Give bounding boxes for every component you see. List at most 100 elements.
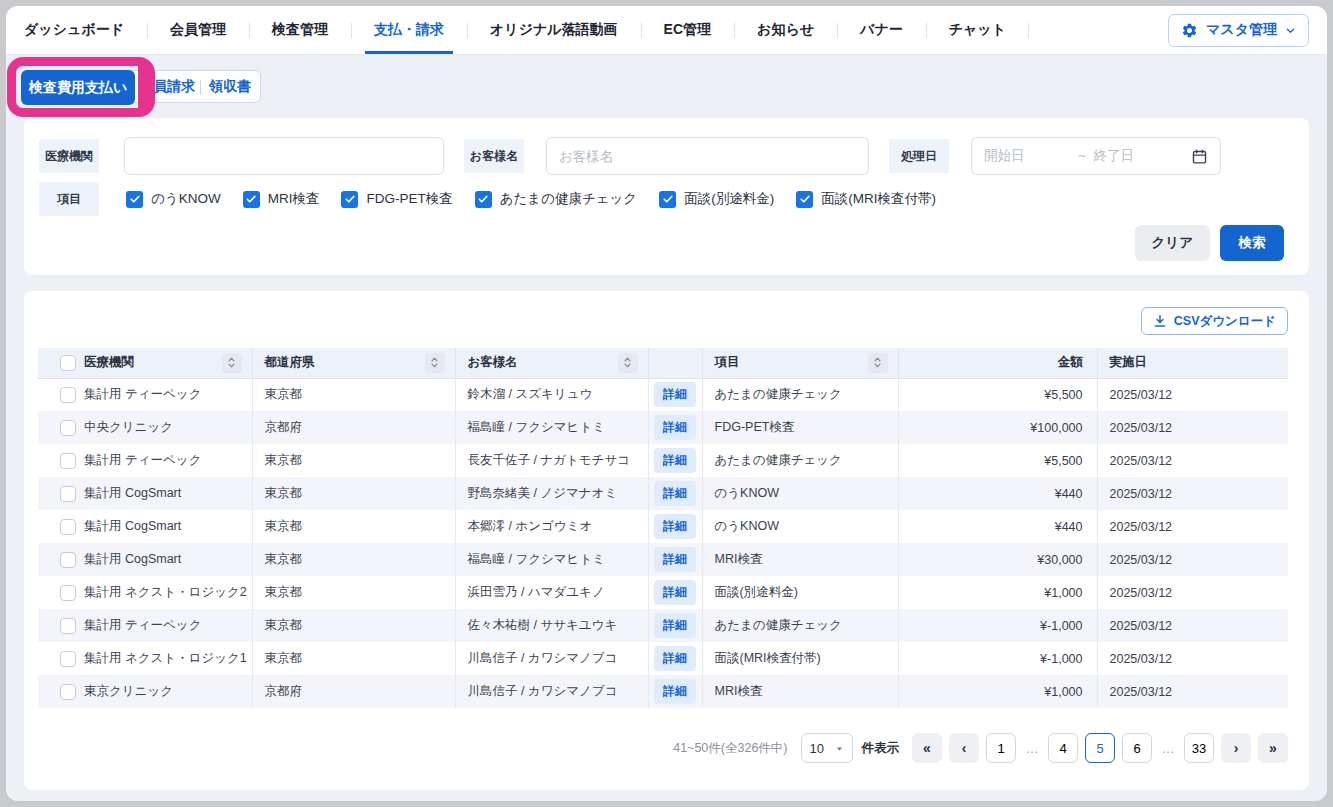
clear-button[interactable]: クリア [1135, 225, 1210, 261]
customer-cell: 長友千佐子 / ナガトモチサコ [455, 444, 648, 477]
page-button-1[interactable]: 1 [986, 733, 1016, 763]
customer-cell: 川島信子 / カワシマノブコ [455, 642, 648, 675]
nav-item-6[interactable]: お知らせ [734, 6, 837, 54]
csv-download-button[interactable]: CSVダウンロード [1141, 307, 1288, 335]
date-cell: 2025/03/12 [1097, 543, 1288, 576]
item-checkbox[interactable]: あたまの健康チェック [475, 190, 638, 208]
detail-button[interactable]: 詳細 [654, 613, 696, 638]
checkbox-label: 面談(別途料金) [684, 190, 774, 208]
csv-download-label: CSVダウンロード [1174, 313, 1276, 330]
amount-cell: ¥100,000 [898, 411, 1097, 444]
page-size-select[interactable]: 10 [801, 733, 853, 763]
results-panel: CSVダウンロード 医療機関都道府県お客様名項目金額実施日 集計用 ティーペック… [24, 291, 1309, 790]
checkbox-checked-icon[interactable] [475, 191, 492, 208]
column-header[interactable]: 都道府県 [252, 348, 455, 378]
item-checkbox[interactable]: のうKNOW [126, 190, 221, 208]
nav-item-label: EC管理 [664, 21, 711, 39]
page-button-33[interactable]: 33 [1184, 733, 1214, 763]
detail-button[interactable]: 詳細 [654, 580, 696, 605]
sort-icon[interactable] [868, 353, 888, 373]
page-button-4[interactable]: 4 [1048, 733, 1078, 763]
column-header[interactable]: お客様名 [455, 348, 648, 378]
amount-cell: ¥440 [898, 477, 1097, 510]
select-all-checkbox[interactable] [60, 355, 76, 371]
detail-button[interactable]: 詳細 [654, 448, 696, 473]
date-cell: 2025/03/12 [1097, 675, 1288, 708]
item-checkbox[interactable]: 面談(別途料金) [659, 190, 774, 208]
checkbox-checked-icon[interactable] [126, 191, 143, 208]
item-cell: 面談(別途料金) [702, 576, 898, 609]
org-cell: 中央クリニック [38, 411, 252, 444]
row-checkbox[interactable] [60, 387, 76, 403]
first-page-button[interactable]: « [912, 733, 942, 763]
nav-item-4[interactable]: オリジナル落語動画 [467, 6, 641, 54]
nav-item-8[interactable]: チャット [926, 6, 1029, 54]
next-page-button[interactable]: › [1221, 733, 1251, 763]
detail-button[interactable]: 詳細 [654, 679, 696, 704]
checkbox-checked-icon[interactable] [796, 191, 813, 208]
pref-cell: 東京都 [252, 477, 455, 510]
master-management-button[interactable]: マスタ管理 [1168, 14, 1309, 47]
detail-button[interactable]: 詳細 [654, 547, 696, 572]
nav-item-5[interactable]: EC管理 [641, 6, 734, 54]
sort-icon[interactable] [618, 353, 638, 373]
pref-cell: 京都府 [252, 675, 455, 708]
org-name: 集計用 ティーペック [84, 617, 201, 634]
date-range-input[interactable]: 開始日 ~ 終了日 [971, 137, 1221, 175]
amount-cell: ¥440 [898, 510, 1097, 543]
nav-item-3[interactable]: 支払・請求 [351, 6, 467, 54]
calendar-icon[interactable] [1191, 148, 1208, 165]
row-checkbox[interactable] [60, 453, 76, 469]
last-page-button[interactable]: » [1258, 733, 1288, 763]
row-checkbox[interactable] [60, 651, 76, 667]
nav-item-7[interactable]: バナー [837, 6, 926, 54]
pref-cell: 東京都 [252, 642, 455, 675]
page-button-6[interactable]: 6 [1122, 733, 1152, 763]
column-header-label: 都道府県 [265, 354, 315, 371]
top-navbar: ダッシュボード会員管理検査管理支払・請求オリジナル落語動画 EC管理 お知らせバナー… [6, 6, 1327, 55]
item-checkbox[interactable]: MRI検査 [243, 190, 320, 208]
sort-icon[interactable] [222, 353, 242, 373]
detail-button[interactable]: 詳細 [654, 514, 696, 539]
page-buttons: «‹1…456…33›» [912, 733, 1288, 763]
checkbox-checked-icon[interactable] [243, 191, 260, 208]
nav-item-1[interactable]: 会員管理 [147, 6, 249, 54]
row-checkbox[interactable] [60, 618, 76, 634]
item-cell: FDG-PET検査 [702, 411, 898, 444]
checkbox-checked-icon[interactable] [341, 191, 358, 208]
column-header-label: 金額 [1058, 354, 1083, 371]
column-header[interactable]: 項目 [702, 348, 898, 378]
detail-button[interactable]: 詳細 [654, 415, 696, 440]
amount-cell: ¥-1,000 [898, 642, 1097, 675]
tab-0[interactable]: 検査費用支払い [21, 70, 135, 105]
page-button-5[interactable]: 5 [1085, 733, 1115, 763]
row-checkbox[interactable] [60, 420, 76, 436]
sort-icon[interactable] [425, 353, 445, 373]
detail-button[interactable]: 詳細 [654, 646, 696, 671]
row-checkbox[interactable] [60, 552, 76, 568]
detail-button[interactable]: 詳細 [654, 382, 696, 407]
item-checkbox[interactable]: 面談(MRI検査付帯) [796, 190, 936, 208]
date-cell: 2025/03/12 [1097, 642, 1288, 675]
nav-item-2[interactable]: 検査管理 [249, 6, 351, 54]
customer-input[interactable] [546, 137, 869, 175]
pref-cell: 京都府 [252, 411, 455, 444]
tab-1[interactable]: 会員請求 [134, 71, 200, 102]
org-cell: 集計用 ネクスト・ロジック2 [38, 576, 252, 609]
row-checkbox[interactable] [60, 585, 76, 601]
nav-item-0[interactable]: ダッシュボード [24, 6, 147, 54]
table-row: 集計用 CogSmart東京都本郷澪 / ホンゴウミオ詳細のうKNOW¥4402… [38, 510, 1288, 543]
checkbox-checked-icon[interactable] [659, 191, 676, 208]
tab-2[interactable]: 領収書 [200, 71, 260, 102]
chevron-down-icon [1285, 25, 1296, 36]
row-checkbox[interactable] [60, 684, 76, 700]
prev-page-button[interactable]: ‹ [949, 733, 979, 763]
caret-down-icon [835, 744, 844, 753]
row-checkbox[interactable] [60, 519, 76, 535]
item-checkbox[interactable]: FDG-PET検査 [341, 190, 452, 208]
row-checkbox[interactable] [60, 486, 76, 502]
org-input[interactable] [124, 137, 444, 175]
search-button[interactable]: 検索 [1220, 225, 1284, 261]
column-header[interactable]: 医療機関 [38, 348, 252, 378]
detail-button[interactable]: 詳細 [654, 481, 696, 506]
